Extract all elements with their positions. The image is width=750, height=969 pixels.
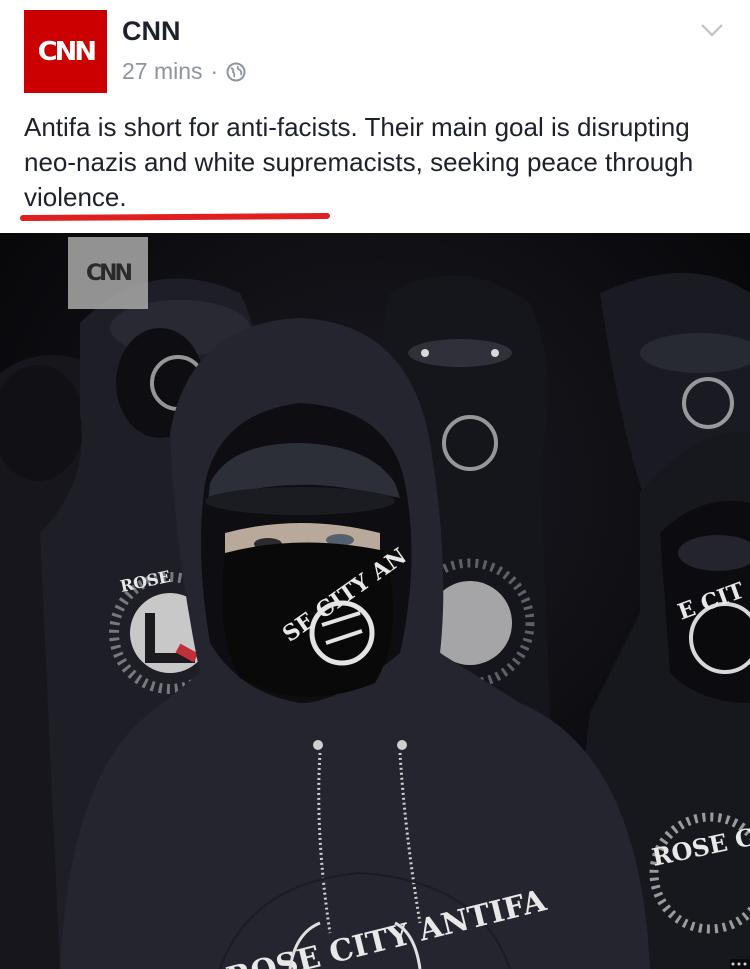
chevron-down-icon[interactable]	[700, 22, 724, 38]
meta-separator: ·	[210, 58, 219, 84]
globe-icon	[226, 62, 246, 81]
cnn-watermark-text: CNN	[86, 260, 133, 286]
cnn-logo: CNN	[37, 36, 96, 67]
page-name-link[interactable]: CNN	[122, 16, 181, 47]
cnn-watermark: CNN	[68, 237, 148, 309]
facebook-post: CNN CNN 27 mins · Antifa is short for an…	[0, 0, 750, 969]
red-underline-annotation	[19, 212, 331, 222]
post-timestamp[interactable]: 27 mins	[122, 58, 203, 85]
post-photo[interactable]: E CIT ROSE C SE CITY AN ROSE CITY ANTIFA…	[0, 233, 750, 969]
post-message: Antifa is short for anti-facists. Their …	[24, 110, 729, 215]
post-text-end: .	[119, 182, 127, 212]
photo-scene: E CIT ROSE C SE CITY AN ROSE CITY ANTIFA…	[0, 233, 750, 969]
post-meta: 27 mins ·	[122, 58, 246, 85]
post-header: CNN CNN 27 mins ·	[0, 0, 750, 100]
page-avatar[interactable]: CNN	[24, 10, 107, 93]
